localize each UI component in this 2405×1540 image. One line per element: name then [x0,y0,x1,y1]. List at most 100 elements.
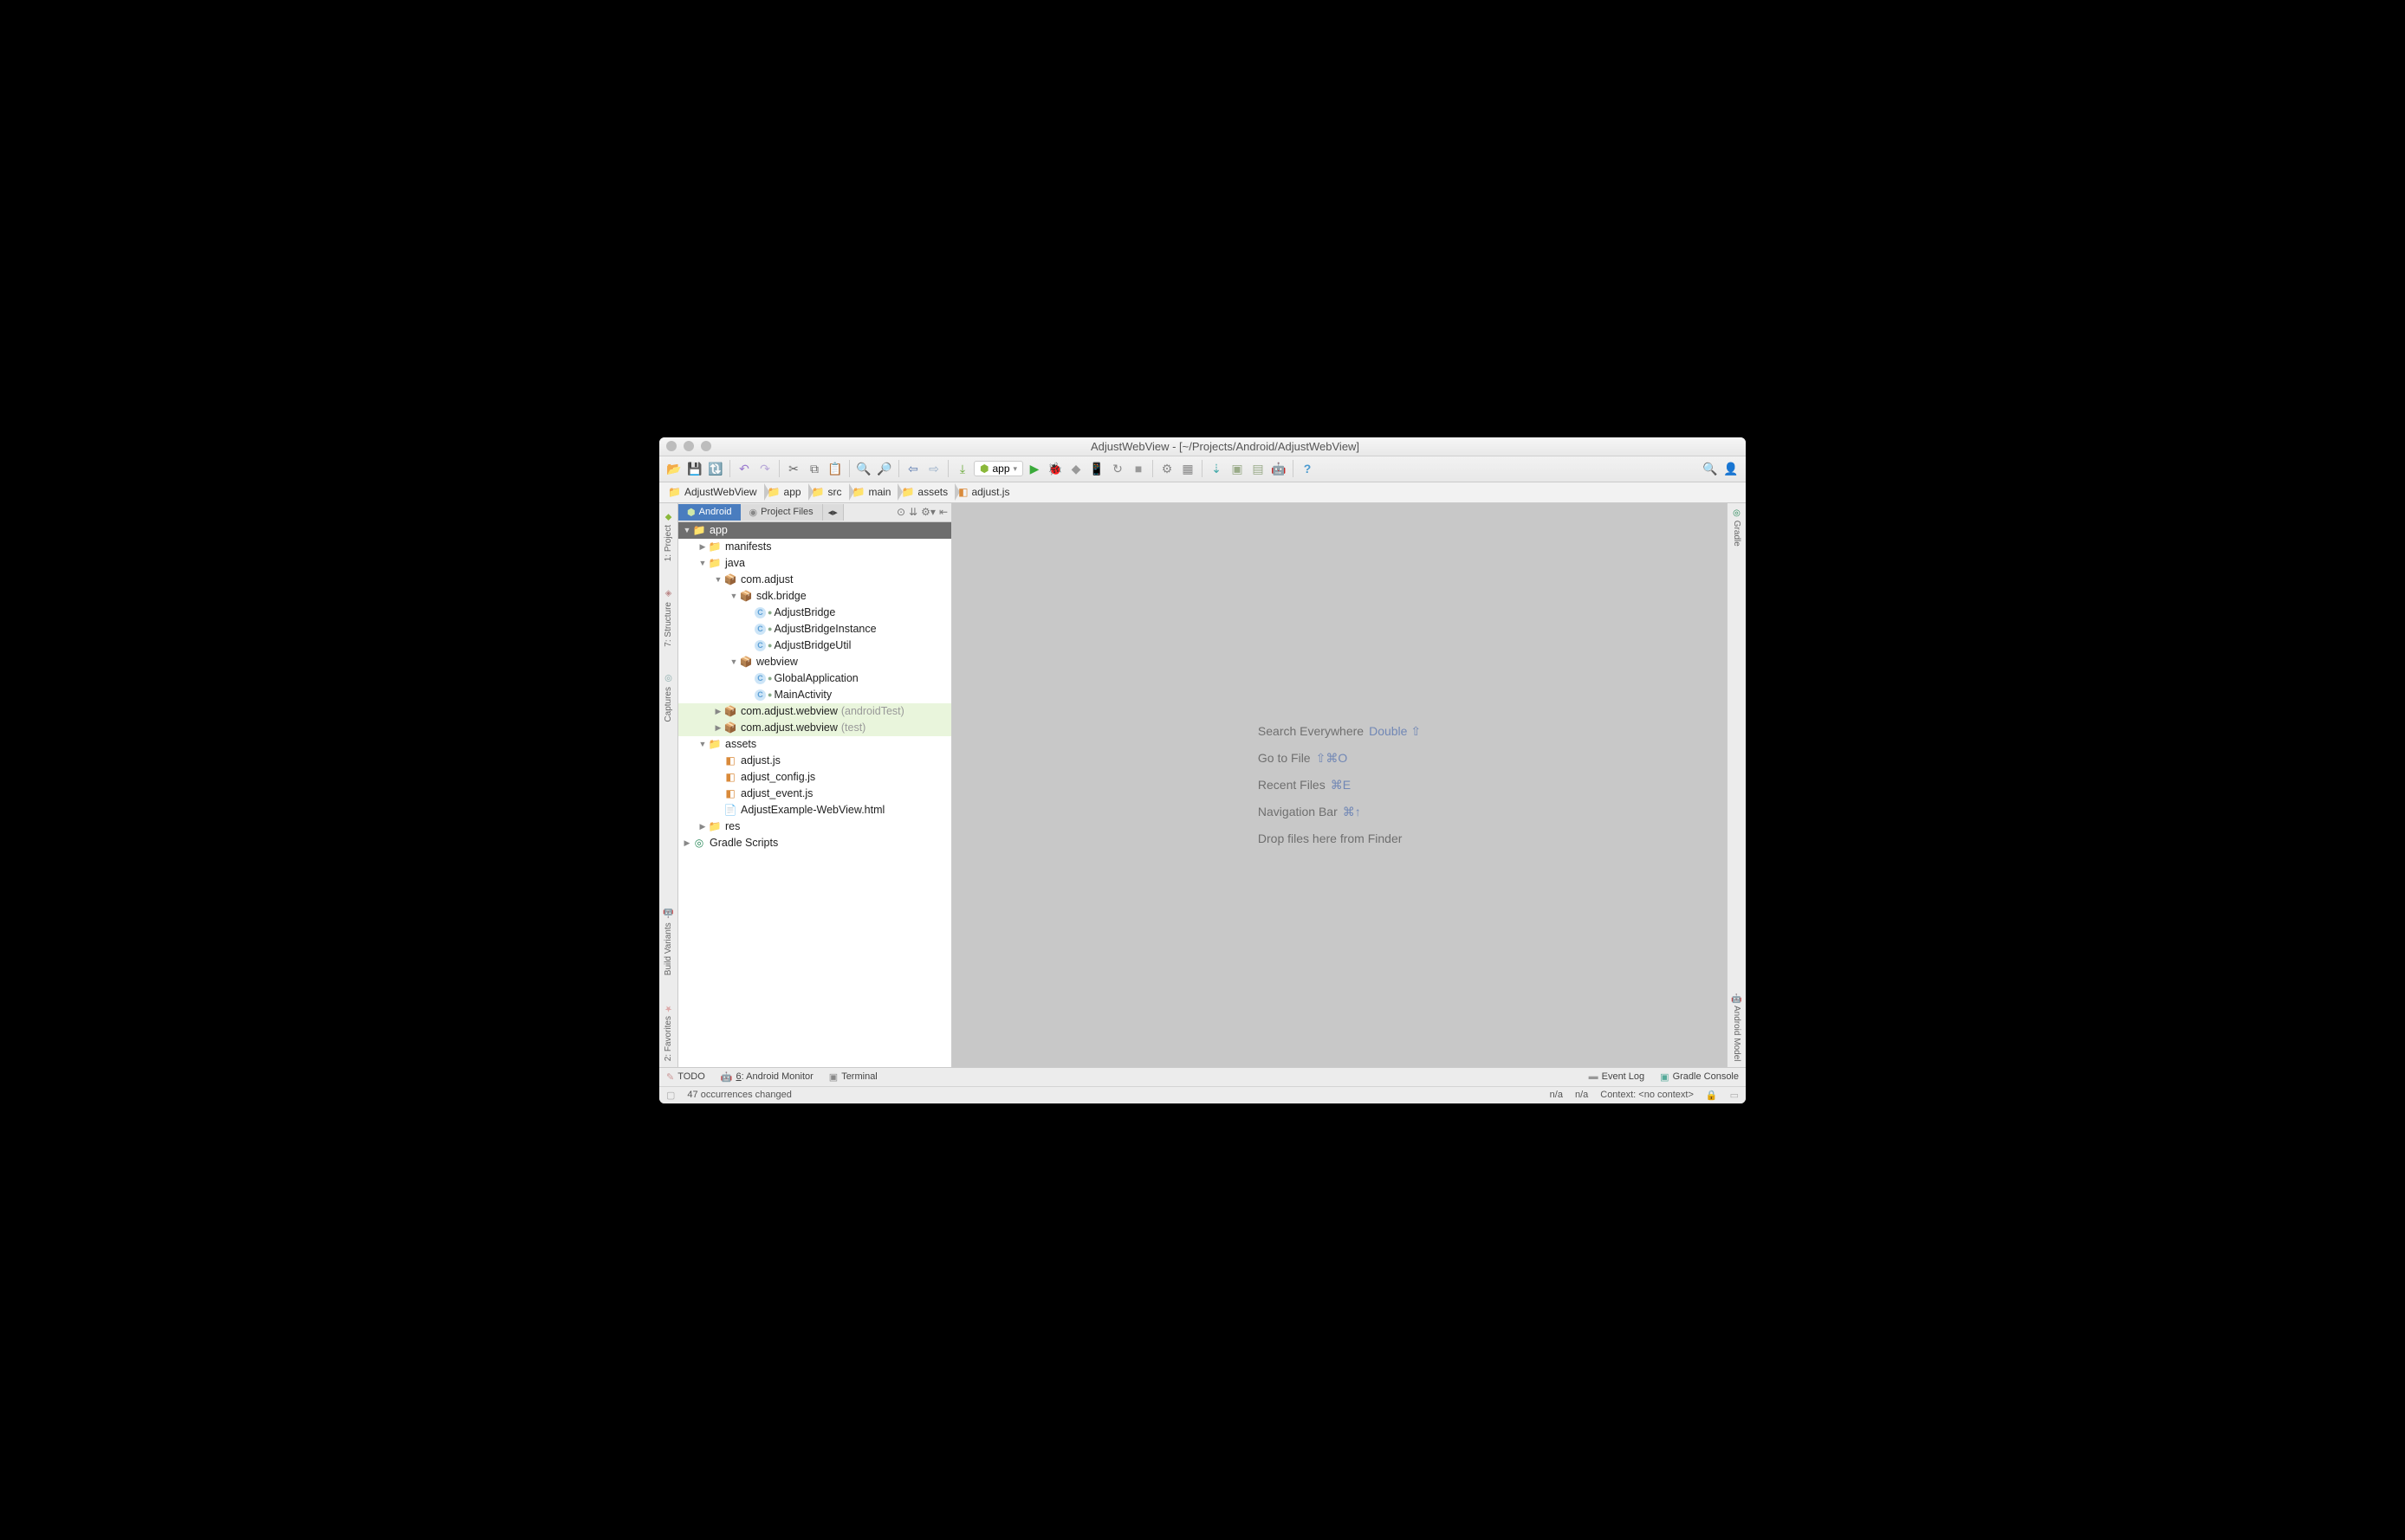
crumb-label: adjust.js [971,486,1009,498]
scroll-from-source-icon[interactable]: ⊙ [897,506,905,518]
tree-node-pkg-sdkbridge[interactable]: ▼📦sdk.bridge [678,588,951,605]
tool-gradle-console[interactable]: ▣Gradle Console [1660,1071,1739,1083]
run-config-label: app [992,463,1009,475]
run-icon[interactable]: ▶ [1025,459,1044,478]
tree-node-assets[interactable]: ▼📁assets [678,736,951,753]
forward-icon[interactable]: ⇨ [924,459,943,478]
class-icon: C [755,689,766,701]
paste-icon[interactable]: 📋 [826,459,845,478]
crumb-label: assets [917,486,948,498]
crumb-main[interactable]: 📁main [849,486,898,498]
tree-node-class[interactable]: C●GlobalApplication [678,670,951,687]
minimize-dot[interactable] [684,441,694,451]
tool-android-monitor[interactable]: 🤖6: Android Monitor [721,1071,814,1083]
replace-icon[interactable]: 🔎 [875,459,894,478]
attach-debugger-icon[interactable]: 📱 [1087,459,1106,478]
status-widget-icon[interactable]: ▢ [666,1090,675,1101]
tool-terminal[interactable]: ▣Terminal [829,1071,878,1083]
cut-icon[interactable]: ✂ [784,459,803,478]
tool-gradle[interactable]: ◎ Gradle [1732,508,1741,547]
project-tree[interactable]: ▼📁app ▶📁manifests ▼📁java ▼📦com.adjust ▼📦… [678,522,951,1067]
class-icon: C [755,673,766,684]
status-message: 47 occurrences changed [687,1090,791,1100]
tab-nav-arrows[interactable]: ◂▸ [823,504,844,521]
traffic-lights[interactable] [666,441,711,451]
tree-node-file-js[interactable]: ◧adjust.js [678,753,951,769]
status-context[interactable]: Context: <no context> [1600,1090,1694,1100]
tree-node-res[interactable]: ▶📁res [678,819,951,835]
zoom-dot[interactable] [701,441,711,451]
save-all-icon[interactable]: 💾 [685,459,704,478]
tool-android-model[interactable]: 🤖 Android Model [1732,993,1741,1061]
left-tool-gutter: 1: Project◆ 7: Structure◈ Captures◎ Buil… [659,503,678,1067]
tree-node-file-html[interactable]: 📄AdjustExample-WebView.html [678,802,951,819]
redo-icon[interactable]: ↷ [755,459,775,478]
sdk-manager-icon[interactable]: ▦ [1178,459,1197,478]
tool-project[interactable]: 1: Project◆ [664,507,673,566]
lock-icon[interactable]: 🔒 [1706,1090,1718,1101]
undo-icon[interactable]: ↶ [735,459,754,478]
tool-favorites[interactable]: 2: Favorites★ [664,998,673,1066]
tool-build-variants[interactable]: Build Variants🤖 [664,903,673,980]
copy-icon[interactable]: ⧉ [805,459,824,478]
tree-node-class[interactable]: C●MainActivity [678,687,951,703]
avd-manager-icon[interactable]: ⚙ [1157,459,1177,478]
gear-icon[interactable]: ⚙▾ [921,506,936,518]
crumb-src[interactable]: 📁src [808,486,849,498]
crumb-root[interactable]: 📁AdjustWebView [664,486,764,498]
hide-icon[interactable]: ⇤ [939,506,948,518]
hint-search-label: Search Everywhere [1258,724,1364,739]
tool-icon-3[interactable]: ▤ [1248,459,1267,478]
open-icon[interactable]: 📂 [664,459,684,478]
tree-node-pkg-androidtest[interactable]: ▶📦com.adjust.webview(androidTest) [678,703,951,720]
profile-icon[interactable]: ◆ [1066,459,1086,478]
tool-event-log[interactable]: ▬Event Log [1589,1071,1645,1083]
trash-icon[interactable]: ▭ [1730,1090,1739,1101]
tool-structure[interactable]: 7: Structure◈ [664,584,673,652]
tree-node-class[interactable]: C●AdjustBridge [678,605,951,621]
chevron-down-icon: ▾ [1014,464,1018,474]
android-head-icon[interactable]: 🤖 [1269,459,1288,478]
tool-todo[interactable]: ✎TODO [666,1071,705,1083]
close-dot[interactable] [666,441,677,451]
tree-node-gradle-scripts[interactable]: ▶◎Gradle Scripts [678,835,951,851]
tree-node-class[interactable]: C●AdjustBridgeInstance [678,621,951,637]
debug-icon[interactable]: 🐞 [1046,459,1065,478]
folder-icon: 📁 [768,486,781,498]
tree-node-java[interactable]: ▼📁java [678,555,951,572]
crumb-assets[interactable]: 📁assets [898,486,955,498]
terminal-icon: ▣ [829,1071,838,1083]
tree-node-file-js[interactable]: ◧adjust_event.js [678,786,951,802]
run-config-selector[interactable]: ⬢ app ▾ [974,461,1023,476]
tree-node-pkg-comadjust[interactable]: ▼📦com.adjust [678,572,951,588]
rerun-icon[interactable]: ↻ [1108,459,1127,478]
tree-node-manifests[interactable]: ▶📁manifests [678,539,951,555]
tab-project-files[interactable]: ◉Project Files [741,504,823,521]
todo-icon: ✎ [666,1071,674,1083]
crumb-file[interactable]: ◧adjust.js [955,486,1016,498]
help-icon[interactable]: ? [1298,459,1317,478]
breadcrumb: 📁AdjustWebView 📁app 📁src 📁main 📁assets ◧… [659,482,1746,503]
tree-node-class[interactable]: C●AdjustBridgeUtil [678,637,951,654]
globe-icon: ◉ [749,507,758,518]
tool-icon-1[interactable]: ⇣ [1207,459,1226,478]
crumb-app[interactable]: 📁app [764,486,808,498]
tree-node-file-js[interactable]: ◧adjust_config.js [678,769,951,786]
collapse-all-icon[interactable]: ⇊ [909,506,917,518]
ide-window: AdjustWebView - [~/Projects/Android/Adju… [659,437,1746,1103]
search-icon[interactable]: 🔍 [1701,459,1720,478]
user-icon[interactable]: 👤 [1721,459,1741,478]
make-icon[interactable]: ⤓ [953,459,972,478]
tree-node-pkg-test[interactable]: ▶📦com.adjust.webview(test) [678,720,951,736]
tool-icon-2[interactable]: ▣ [1228,459,1247,478]
stop-icon[interactable]: ■ [1129,459,1148,478]
tree-node-pkg-webview[interactable]: ▼📦webview [678,654,951,670]
back-icon[interactable]: ⇦ [904,459,923,478]
tree-node-app[interactable]: ▼📁app [678,522,951,539]
tool-captures[interactable]: Captures◎ [664,669,673,728]
sync-icon[interactable]: 🔃 [706,459,725,478]
tab-android[interactable]: ⬢Android [678,504,741,521]
main-area: 1: Project◆ 7: Structure◈ Captures◎ Buil… [659,503,1746,1067]
editor-empty[interactable]: Search EverywhereDouble ⇧ Go to File⇧⌘O … [952,503,1727,1067]
find-icon[interactable]: 🔍 [854,459,873,478]
